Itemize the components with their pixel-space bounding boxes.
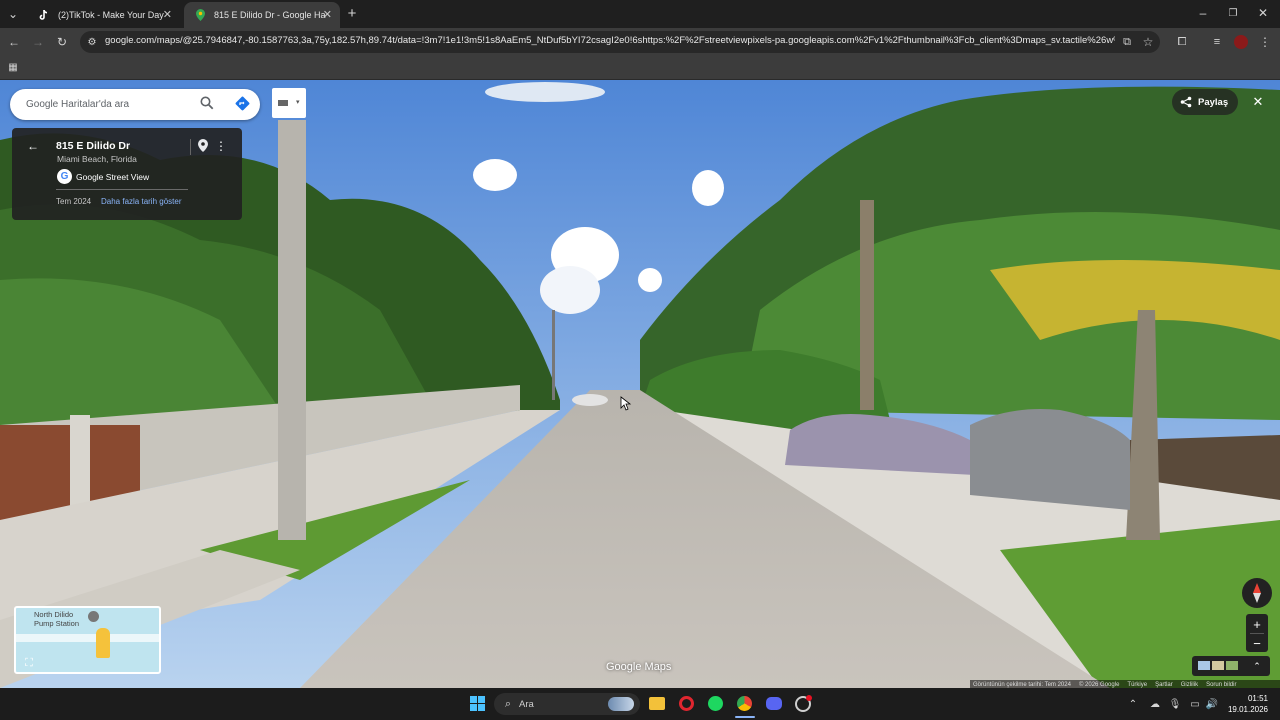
search-icon: ⌕ [504, 697, 512, 710]
tab-title: (2)TikTok - Make Your Day [58, 10, 164, 20]
forward-arrow-icon[interactable]: → [29, 33, 47, 51]
share-icon [1180, 95, 1192, 113]
windows-taskbar [0, 688, 1280, 720]
bookmark-star-icon[interactable]: ☆ [1139, 33, 1157, 51]
media-control-icon[interactable]: ≡ [1208, 33, 1226, 51]
back-arrow-icon[interactable]: ← [24, 137, 42, 155]
tab-tiktok[interactable]: (2)TikTok - Make Your Day ✕ [28, 2, 180, 28]
layer-thumbnail-icon [278, 100, 288, 106]
url-text[interactable]: google.com/maps/@25.7946847,-80.1587763,… [105, 35, 1115, 46]
minimap-road [16, 634, 159, 642]
search-highlight-icon[interactable] [608, 697, 634, 711]
apps-grid-icon[interactable]: ▦ [4, 58, 22, 76]
file-explorer-icon[interactable] [649, 697, 665, 710]
window-close-icon[interactable]: ✕ [1254, 4, 1272, 22]
reload-icon[interactable]: ↻ [53, 33, 71, 51]
tab-title: 815 E Dilido Dr - Google Harita [214, 10, 326, 20]
thumbnail-1[interactable] [1198, 661, 1210, 670]
active-app-indicator [735, 716, 755, 718]
new-tab-icon[interactable]: + [343, 4, 361, 22]
tray-overflow-icon[interactable]: ⌃ [1124, 695, 1142, 713]
microphone-icon[interactable]: 🎙 [1166, 695, 1184, 713]
dropdown-caret-icon: ▾ [296, 99, 300, 106]
directions-icon[interactable] [235, 96, 250, 116]
volume-icon[interactable]: 🔊 [1203, 695, 1221, 713]
back-arrow-icon[interactable]: ← [5, 33, 23, 51]
opera-icon[interactable] [679, 696, 694, 711]
mini-map[interactable]: North Dilido Pump Station ⛶ [14, 606, 161, 674]
source-label: Google Street View [76, 172, 150, 182]
clock-date[interactable]: 19.01.2026 [1222, 705, 1268, 714]
place-title: 815 E Dilido Dr [56, 140, 131, 152]
close-tab-icon[interactable]: ✕ [163, 8, 172, 21]
close-street-view-icon[interactable]: ✕ [1248, 92, 1268, 112]
install-app-icon[interactable]: ⧉ [1118, 33, 1136, 51]
google-maps-watermark: Google Maps [606, 661, 672, 673]
profile-avatar[interactable] [1234, 35, 1248, 49]
zoom-in-icon[interactable]: + [1248, 615, 1266, 633]
chrome-icon[interactable] [737, 696, 752, 711]
zoom-out-icon[interactable]: − [1248, 634, 1266, 652]
tiktok-icon [38, 9, 50, 21]
poi-marker-icon [88, 611, 99, 622]
thumbnail-2[interactable] [1212, 661, 1224, 670]
minimap-poi-label: North Dilido Pump Station [34, 610, 80, 628]
layers-button[interactable]: ▾ [272, 88, 306, 118]
google-maps-pin-icon [194, 9, 206, 21]
onedrive-icon[interactable]: ☁ [1146, 695, 1164, 713]
google-logo-icon: G [57, 169, 72, 184]
place-subtitle: Miami Beach, Florida [57, 154, 137, 164]
footer-report[interactable]: Sorun bildir [1206, 682, 1236, 688]
footer-capture-date: Görüntünün çekilme tarihi: Tem 2024 [973, 681, 1071, 688]
footer-copyright: © 2026 Google [1078, 681, 1120, 688]
compass-icon[interactable] [1242, 578, 1272, 608]
bookmarks-bar [0, 56, 1280, 80]
search-input[interactable]: Google Haritalar'da ara [26, 99, 129, 110]
location-pin-icon[interactable] [198, 139, 208, 157]
clock-time[interactable]: 01:51 [1232, 694, 1268, 703]
thumbnail-3[interactable] [1226, 661, 1238, 670]
card-divider [56, 189, 188, 190]
expand-up-icon[interactable]: ⌃ [1248, 657, 1266, 675]
zoom-control: + − [1246, 614, 1268, 652]
capture-date: Tem 2024 [56, 197, 92, 206]
more-options-icon[interactable]: ⋮ [212, 137, 230, 155]
notification-badge [806, 695, 812, 701]
pegman-icon [96, 628, 110, 658]
spotify-icon[interactable] [708, 696, 723, 711]
site-info-icon[interactable]: ⚙ [83, 33, 101, 51]
network-icon[interactable]: ▭ [1186, 695, 1204, 713]
more-dates-link[interactable]: Daha fazla tarih göster [101, 197, 182, 206]
footer-terms[interactable]: Şartlar [1155, 682, 1173, 688]
close-tab-icon[interactable]: ✕ [323, 8, 332, 21]
restore-icon[interactable]: ❐ [1224, 4, 1242, 22]
footer-privacy[interactable]: Gizlilik [1181, 682, 1198, 688]
expand-map-icon[interactable]: ⛶ [20, 654, 38, 672]
divider [190, 139, 191, 155]
taskbar-search-label: Ara [519, 699, 534, 710]
footer-region[interactable]: Türkiye [1127, 682, 1147, 688]
extensions-icon[interactable]: ⧠ [1173, 33, 1191, 51]
share-label: Paylaş [1198, 97, 1229, 108]
search-icon[interactable] [200, 96, 214, 115]
imagery-thumbnails: ⌃ [1192, 656, 1270, 676]
discord-icon[interactable] [766, 697, 782, 710]
tab-search-icon[interactable]: ⌄ [4, 5, 22, 23]
minimize-icon[interactable]: – [1194, 4, 1212, 22]
windows-start-icon[interactable] [470, 696, 485, 716]
menu-kebab-icon[interactable]: ⋮ [1256, 33, 1274, 51]
tab-google-maps[interactable]: 815 E Dilido Dr - Google Harita ✕ [184, 2, 340, 28]
